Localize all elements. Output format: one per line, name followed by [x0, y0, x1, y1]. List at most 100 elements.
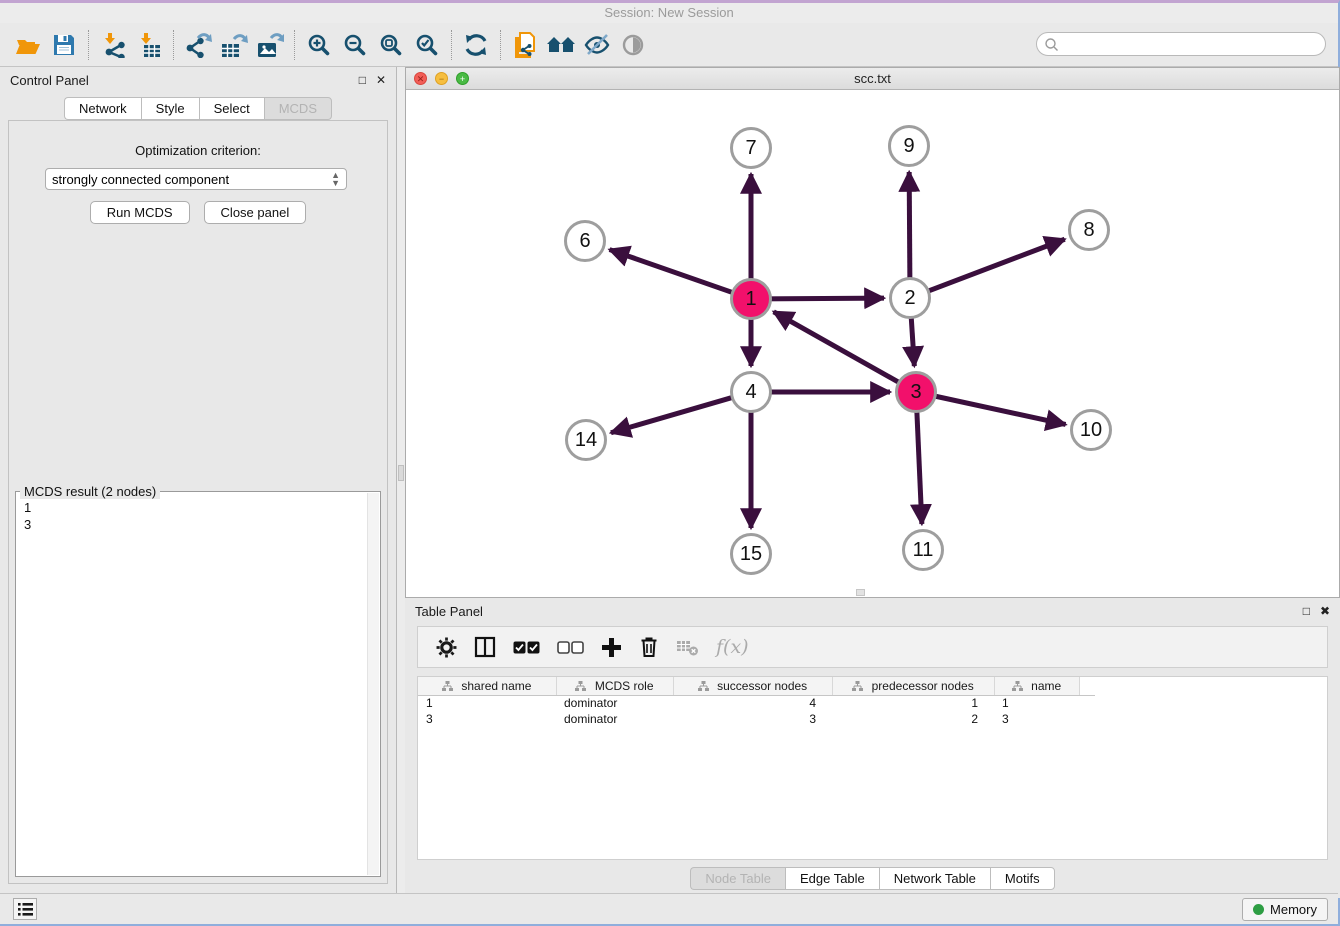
window-close-button[interactable]: ✕	[414, 72, 427, 85]
graph-node-6[interactable]: 6	[564, 220, 606, 262]
graph-node-8[interactable]: 8	[1068, 209, 1110, 251]
mcds-result-text[interactable]: 1 3	[16, 492, 380, 540]
unselect-all-button[interactable]	[557, 632, 584, 662]
graph-node-4[interactable]: 4	[730, 371, 772, 413]
column-header-name[interactable]: name	[994, 677, 1079, 695]
tab-motifs[interactable]: Motifs	[990, 867, 1055, 890]
tab-edge-table[interactable]: Edge Table	[785, 867, 879, 890]
graph-node-3[interactable]: 3	[895, 371, 937, 413]
table-panel-close-icon[interactable]: ✖	[1320, 604, 1330, 618]
refresh-layout-button[interactable]	[458, 28, 494, 62]
network-view-window: ✕ − + scc.txt 7968124314101511	[405, 67, 1340, 598]
columns-icon	[474, 636, 496, 658]
edge-2-8[interactable]	[919, 239, 1064, 294]
window-minimize-button[interactable]: −	[435, 72, 448, 85]
export-table-button[interactable]	[216, 28, 252, 62]
app-title: Session: New Session	[604, 5, 733, 20]
close-panel-button[interactable]: Close panel	[204, 201, 307, 224]
cell-shared-name[interactable]: 1	[418, 695, 556, 711]
edge-3-1[interactable]	[774, 312, 908, 387]
graph-node-14[interactable]: 14	[565, 419, 607, 461]
add-column-button[interactable]	[601, 632, 622, 662]
toolbar-separator	[173, 30, 174, 60]
edge-3-10[interactable]	[926, 394, 1066, 424]
optimization-criterion-label: Optimization criterion:	[9, 143, 387, 158]
cell-predecessor-nodes[interactable]: 2	[832, 711, 994, 727]
control-panel-close-icon[interactable]: ✕	[376, 73, 386, 87]
clone-network-button[interactable]	[507, 28, 543, 62]
search-input[interactable]	[1059, 34, 1325, 54]
cell-successor-nodes[interactable]: 4	[673, 695, 832, 711]
control-panel-header: Control Panel □ ✕	[0, 67, 396, 93]
delete-column-button[interactable]	[639, 632, 659, 662]
graph-node-7[interactable]: 7	[730, 127, 772, 169]
control-panel-float-icon[interactable]: □	[359, 73, 366, 87]
column-header-predecessor-nodes[interactable]: predecessor nodes	[832, 677, 994, 695]
window-maximize-button[interactable]: +	[456, 72, 469, 85]
import-network-button[interactable]	[95, 28, 131, 62]
table-row-2[interactable]: 3dominator323	[418, 711, 1095, 727]
column-header-shared-name[interactable]: shared name	[418, 677, 556, 695]
tab-style[interactable]: Style	[141, 97, 199, 120]
tab-mcds[interactable]: MCDS	[264, 97, 332, 120]
panel-splitter[interactable]	[397, 67, 405, 598]
graph-node-2[interactable]: 2	[889, 277, 931, 319]
table-panel-float-icon[interactable]: □	[1303, 604, 1310, 618]
splitter-grip[interactable]	[398, 465, 404, 481]
column-header-MCDS-role[interactable]: MCDS role	[556, 677, 673, 695]
zoom-fit-button[interactable]	[373, 28, 409, 62]
graph-node-10[interactable]: 10	[1070, 409, 1112, 451]
edge-3-11[interactable]	[916, 402, 921, 524]
run-mcds-button[interactable]: Run MCDS	[90, 201, 190, 224]
tab-node-table[interactable]: Node Table	[690, 867, 785, 890]
cell-predecessor-nodes[interactable]: 1	[832, 695, 994, 711]
delete-table-button[interactable]	[676, 632, 699, 662]
eye-button[interactable]	[615, 28, 651, 62]
tab-network[interactable]: Network	[64, 97, 141, 120]
edges-layer[interactable]	[406, 90, 1339, 597]
cell-shared-name[interactable]: 3	[418, 711, 556, 727]
task-history-button[interactable]	[13, 898, 37, 920]
memory-button[interactable]: Memory	[1242, 898, 1328, 921]
column-layout-button[interactable]	[474, 632, 496, 662]
column-header-successor-nodes[interactable]: successor nodes	[673, 677, 832, 695]
select-all-button[interactable]	[513, 632, 540, 662]
clone-network-icon	[512, 31, 538, 59]
search-field[interactable]	[1036, 32, 1326, 56]
export-network-button[interactable]	[180, 28, 216, 62]
zoom-out-button[interactable]	[337, 28, 373, 62]
save-session-button[interactable]	[46, 28, 82, 62]
tab-select[interactable]: Select	[199, 97, 264, 120]
memory-status-dot	[1253, 904, 1264, 915]
cell-MCDS-role[interactable]: dominator	[556, 695, 673, 711]
mcds-result-title: MCDS result (2 nodes)	[20, 484, 160, 499]
zoom-in-button[interactable]	[301, 28, 337, 62]
edge-1-6[interactable]	[610, 250, 742, 296]
function-builder-button[interactable]: f(x)	[716, 636, 749, 658]
table-settings-button[interactable]	[436, 632, 457, 662]
edge-2-9[interactable]	[909, 172, 910, 288]
cell-name[interactable]: 1	[994, 695, 1079, 711]
cell-MCDS-role[interactable]: dominator	[556, 711, 673, 727]
mcds-result-box: MCDS result (2 nodes) 1 3	[15, 491, 381, 877]
table-row-1[interactable]: 1dominator411	[418, 695, 1095, 711]
open-session-button[interactable]	[10, 28, 46, 62]
import-table-button[interactable]	[131, 28, 167, 62]
tab-network-table[interactable]: Network Table	[879, 867, 990, 890]
edge-1-2[interactable]	[761, 298, 884, 299]
edge-4-14[interactable]	[611, 395, 741, 433]
home-button[interactable]	[543, 28, 579, 62]
graph-node-1[interactable]: 1	[730, 278, 772, 320]
hide-graphics-details-button[interactable]	[579, 28, 615, 62]
graph-node-11[interactable]: 11	[902, 529, 944, 571]
cell-successor-nodes[interactable]: 3	[673, 711, 832, 727]
network-canvas[interactable]: 7 9 6 8 1 2 4 3 14 10 15 11	[406, 90, 1339, 597]
result-scrollbar[interactable]	[367, 493, 379, 875]
export-image-button[interactable]	[252, 28, 288, 62]
cell-name[interactable]: 3	[994, 711, 1079, 727]
optimization-criterion-select[interactable]: strongly connected component ▲▼	[45, 168, 347, 190]
zoom-in-icon	[307, 33, 331, 57]
zoom-selected-button[interactable]	[409, 28, 445, 62]
graph-node-15[interactable]: 15	[730, 533, 772, 575]
graph-node-9[interactable]: 9	[888, 125, 930, 167]
